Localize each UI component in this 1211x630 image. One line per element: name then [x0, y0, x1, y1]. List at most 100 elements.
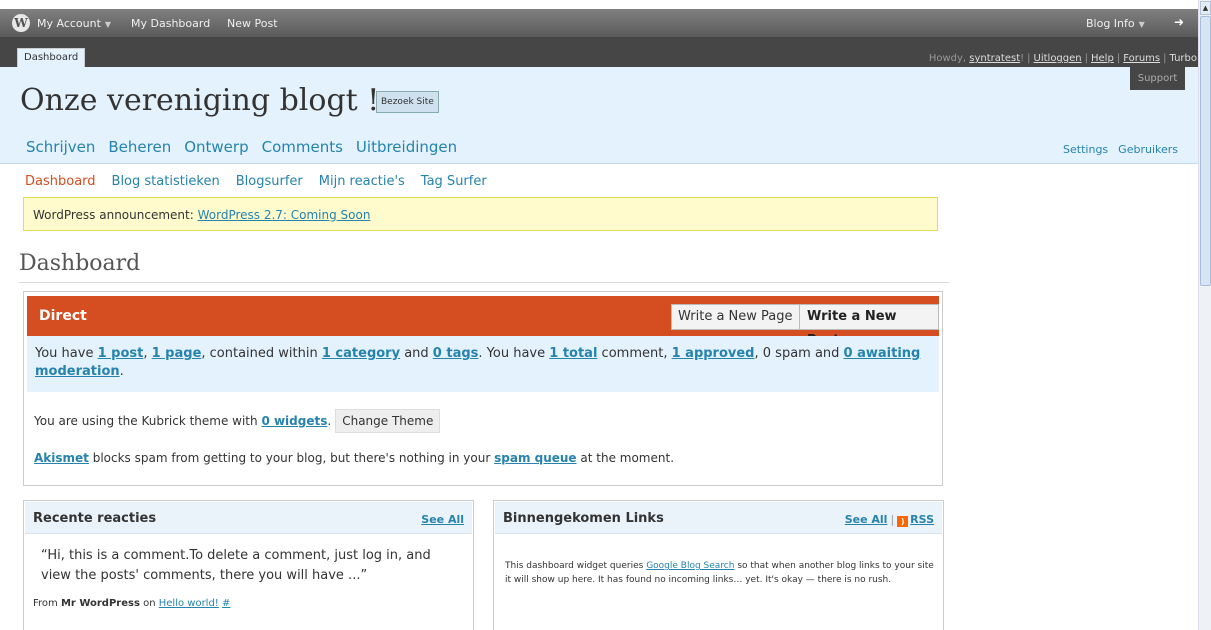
post-link[interactable]: Hello world!: [159, 598, 219, 609]
subnav-tag-surfer[interactable]: Tag Surfer: [421, 174, 487, 189]
tags-link[interactable]: 0 tags: [433, 346, 479, 361]
site-header: Onze vereniging blogt ! Bezoek Site Schr…: [0, 67, 1198, 164]
scrollbar[interactable]: ▲: [1198, 0, 1211, 630]
widget-header: Recente reacties See All: [25, 502, 472, 534]
stats-text: and: [400, 346, 433, 361]
separator: |: [1027, 53, 1031, 64]
subnav-blogsurfer[interactable]: Blogsurfer: [236, 174, 303, 189]
stats-text: ,: [143, 346, 152, 361]
pages-link[interactable]: 1 page: [152, 346, 202, 361]
nav-settings[interactable]: Settings: [1063, 143, 1108, 156]
rss-icon[interactable]: ): [897, 516, 909, 527]
stats-text: , contained within: [201, 346, 322, 361]
stats-text: You have: [35, 346, 98, 361]
theme-text: You are using the Kubrick theme with: [34, 414, 262, 428]
links-text: This dashboard widget queries: [505, 561, 647, 571]
nav-write[interactable]: Schrijven: [26, 138, 95, 156]
total-comments-link[interactable]: 1 total: [549, 346, 597, 361]
blog-info-menu[interactable]: Blog Info ▼: [1086, 17, 1145, 30]
nav-comments[interactable]: Comments: [262, 138, 343, 156]
write-new-page-button[interactable]: Write a New Page: [671, 304, 800, 330]
stats-text: .: [119, 364, 124, 379]
announcement-prefix: WordPress announcement:: [33, 208, 194, 222]
akismet-link[interactable]: Akismet: [34, 451, 89, 465]
chevron-down-icon: ▼: [104, 20, 112, 29]
separator: |: [1163, 53, 1167, 64]
subnav-my-comments[interactable]: Mijn reactie's: [319, 174, 405, 189]
blog-stats: You have 1 post, 1 page, contained withi…: [27, 336, 939, 392]
separator: |: [1084, 53, 1088, 64]
announcement-link[interactable]: WordPress 2.7: Coming Soon: [198, 208, 371, 222]
write-new-post-button[interactable]: Write a New Post: [799, 304, 939, 348]
subnav-dashboard[interactable]: Dashboard: [25, 174, 96, 189]
google-blog-search-link[interactable]: Google Blog Search: [646, 561, 734, 571]
turbo-link[interactable]: Turbo: [1169, 53, 1197, 64]
widget-title: Binnengekomen Links: [503, 511, 664, 526]
dashboard-tab[interactable]: Dashboard: [17, 48, 86, 67]
blog-info-label: Blog Info: [1086, 17, 1135, 30]
sub-nav: Dashboard Blog statistieken Blogsurfer Mijn…: [25, 174, 503, 189]
help-link[interactable]: Help: [1091, 53, 1114, 64]
direct-box: Direct Write a New Page Write a New Post…: [23, 291, 943, 486]
see-all-link[interactable]: See All: [421, 513, 464, 526]
theme-info: You are using the Kubrick theme with 0 w…: [34, 409, 441, 433]
change-theme-button[interactable]: Change Theme: [335, 409, 441, 433]
forums-link[interactable]: Forums: [1123, 53, 1160, 64]
admin-bar: W My Account ▼ My Dashboard New Post Blog…: [0, 9, 1198, 37]
subnav-blog-stats[interactable]: Blog statistieken: [112, 174, 220, 189]
divider: [19, 282, 949, 283]
see-all-link[interactable]: See All: [845, 513, 888, 526]
visit-site-button[interactable]: Bezoek Site: [376, 91, 439, 113]
widget-title: Recente reacties: [33, 511, 157, 526]
stats-text: , 0 spam and: [754, 346, 844, 361]
approved-link[interactable]: 1 approved: [672, 346, 755, 361]
my-dashboard-link[interactable]: My Dashboard: [131, 17, 210, 30]
nav-plugins[interactable]: Uitbreidingen: [356, 138, 457, 156]
direct-header: Direct Write a New Page Write a New Post: [27, 296, 939, 348]
direct-title: Direct: [39, 308, 87, 324]
widget-header: Binnengekomen Links See All |) RSS: [495, 502, 942, 534]
user-links: Howdy, syntratest! | Uitloggen | Help | Forums…: [928, 53, 1197, 64]
comment-excerpt: “Hi, this is a comment.To delete a comme…: [41, 548, 431, 583]
separator: |: [1116, 53, 1121, 64]
new-post-link[interactable]: New Post: [227, 17, 278, 30]
arrow-right-icon[interactable]: ➜: [1174, 15, 1184, 29]
stats-text: comment,: [597, 346, 672, 361]
comment-meta-text: on: [139, 598, 159, 609]
stats-text: . You have: [478, 346, 550, 361]
announcement-banner: WordPress announcement: WordPress 2.7: C…: [23, 197, 938, 231]
akismet-info: Akismet blocks spam from getting to your…: [34, 451, 674, 465]
main-nav: Schrijven Beheren Ontwerp Comments Uitbreidi…: [26, 138, 470, 156]
akismet-text: at the moment.: [576, 451, 675, 465]
incoming-links-widget: Binnengekomen Links See All |) RSS This da…: [493, 500, 944, 630]
separator: |: [890, 513, 895, 526]
secondary-nav: Settings Gebruikers: [1053, 142, 1178, 156]
nav-users[interactable]: Gebruikers: [1118, 143, 1178, 156]
categories-link[interactable]: 1 category: [322, 346, 400, 361]
posts-link[interactable]: 1 post: [98, 346, 144, 361]
rss-link[interactable]: RSS: [910, 513, 934, 526]
nav-design[interactable]: Ontwerp: [184, 138, 248, 156]
page-title: Dashboard: [19, 251, 141, 276]
scroll-up-arrow-icon[interactable]: ▲: [1200, 1, 1211, 15]
recent-comments-widget: Recente reacties See All “Hi, this is a …: [23, 500, 474, 630]
support-tab[interactable]: Support: [1130, 67, 1185, 90]
widgets-link[interactable]: 0 widgets: [261, 414, 327, 428]
wordpress-logo-icon[interactable]: W: [12, 14, 30, 32]
username-link[interactable]: syntratest: [969, 53, 1020, 64]
comment-author: Mr WordPress: [60, 598, 140, 609]
spam-queue-link[interactable]: spam queue: [494, 451, 576, 465]
my-account-label: My Account: [37, 17, 101, 30]
comment-meta-text: From: [33, 598, 61, 609]
comment-permalink[interactable]: #: [222, 598, 230, 609]
theme-text: .: [327, 414, 332, 428]
scroll-thumb[interactable]: [1200, 16, 1211, 286]
nav-manage[interactable]: Beheren: [108, 138, 171, 156]
chevron-down-icon: ▼: [1138, 20, 1145, 29]
akismet-text: blocks spam from getting to your blog, b…: [88, 451, 495, 465]
widget-links: See All |) RSS: [845, 513, 934, 527]
my-account-menu[interactable]: My Account ▼: [37, 17, 111, 30]
logout-link[interactable]: Uitloggen: [1034, 53, 1082, 64]
comment-meta: From Mr WordPress on Hello world! #: [33, 598, 230, 609]
incoming-links-text: This dashboard widget queries Google Blo…: [505, 559, 935, 587]
